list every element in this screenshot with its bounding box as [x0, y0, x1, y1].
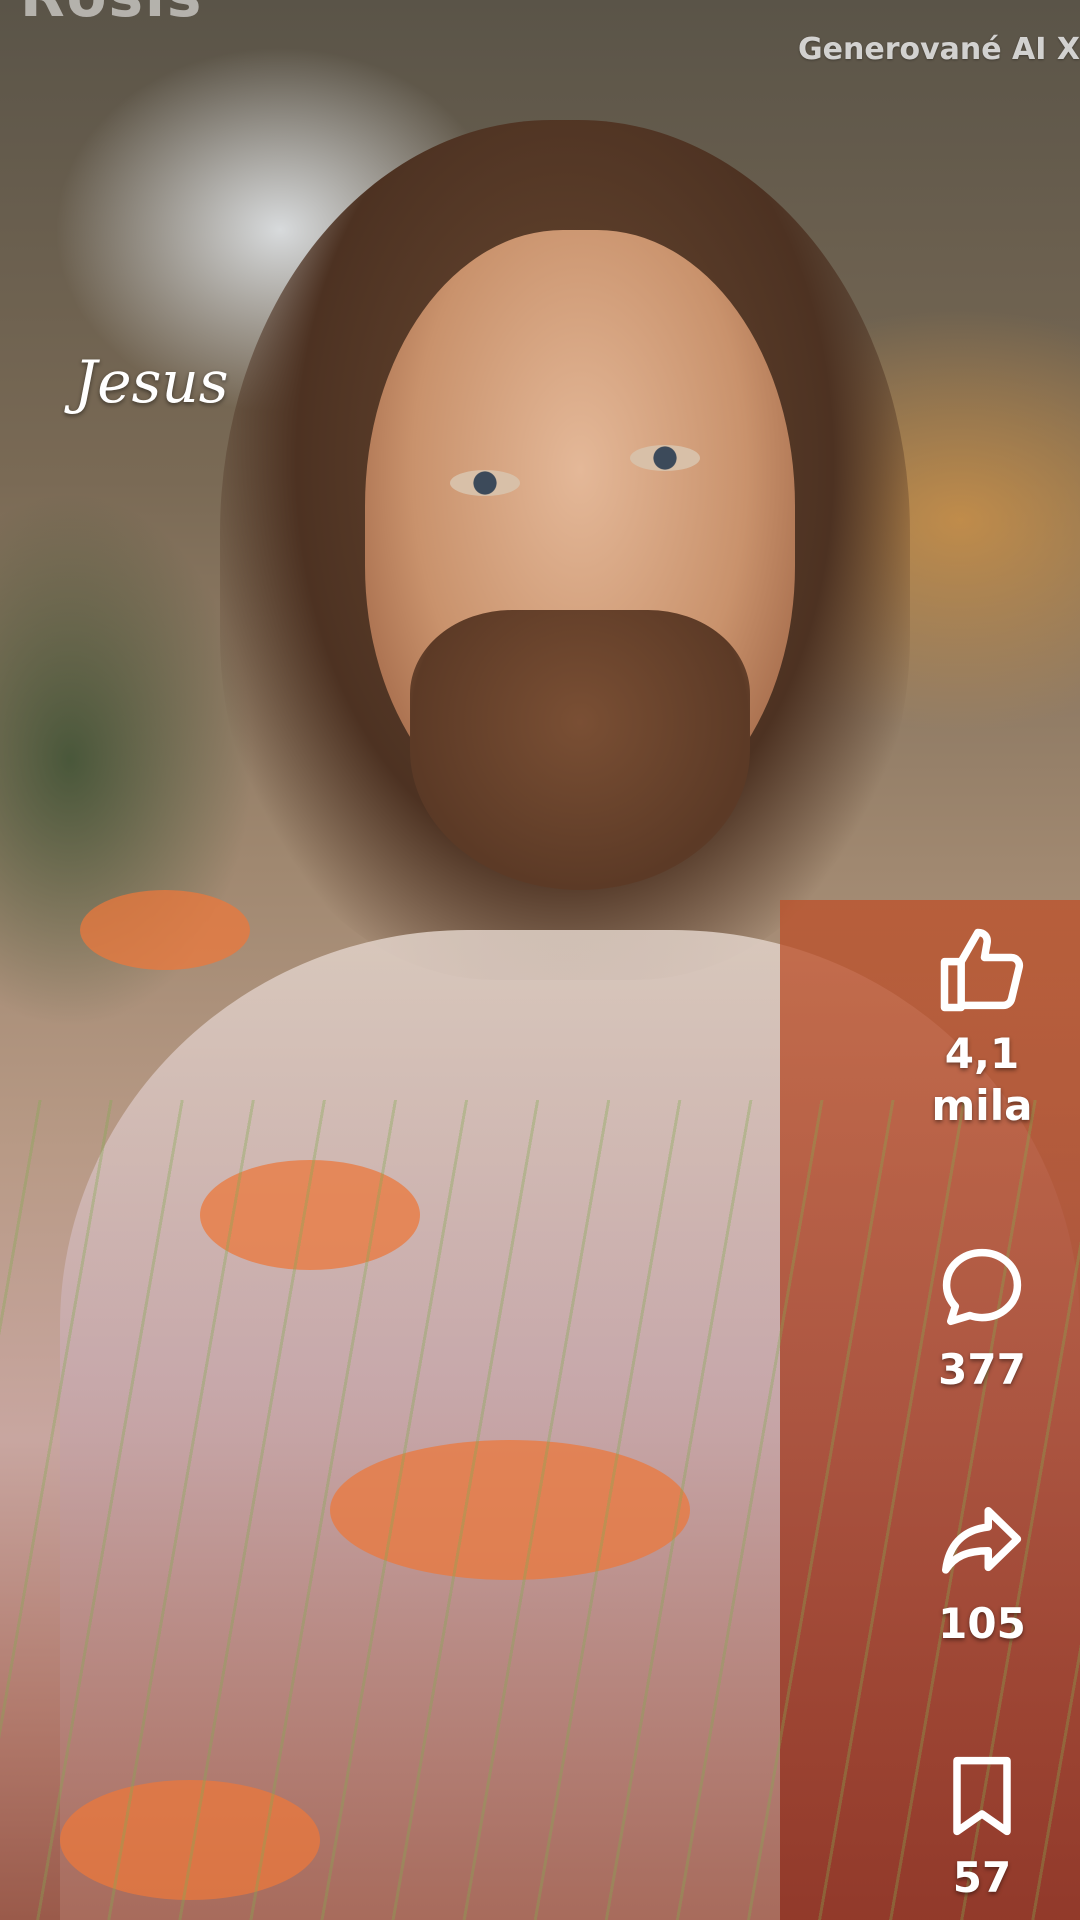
- share-count: 105: [938, 1599, 1026, 1648]
- save-button[interactable]: [902, 1746, 1062, 1846]
- poppy-flower: [80, 890, 250, 970]
- beard: [410, 610, 750, 890]
- like-button[interactable]: [902, 920, 1062, 1020]
- right-eye: [630, 445, 700, 471]
- bookmark-icon: [953, 1756, 1011, 1836]
- save-action[interactable]: 57: [902, 1746, 1062, 1904]
- watermark-text: Rosis: [20, 0, 203, 30]
- ai-generated-label[interactable]: Generované AI X: [798, 32, 1080, 67]
- left-eye: [450, 470, 520, 496]
- comment-icon: [942, 1248, 1022, 1326]
- save-count: 57: [952, 1853, 1012, 1902]
- like-count: 4,1 mila: [931, 1029, 1033, 1130]
- comment-count: 377: [938, 1345, 1026, 1394]
- video-caption: Jesus: [74, 348, 229, 416]
- like-action[interactable]: 4,1 mila: [902, 920, 1062, 1132]
- share-action[interactable]: 105: [902, 1492, 1062, 1650]
- share-button[interactable]: [902, 1492, 1062, 1592]
- comment-button[interactable]: [902, 1238, 1062, 1338]
- share-icon: [942, 1507, 1022, 1574]
- comment-action[interactable]: 377: [902, 1238, 1062, 1396]
- thumbs-up-icon: [940, 928, 1024, 1012]
